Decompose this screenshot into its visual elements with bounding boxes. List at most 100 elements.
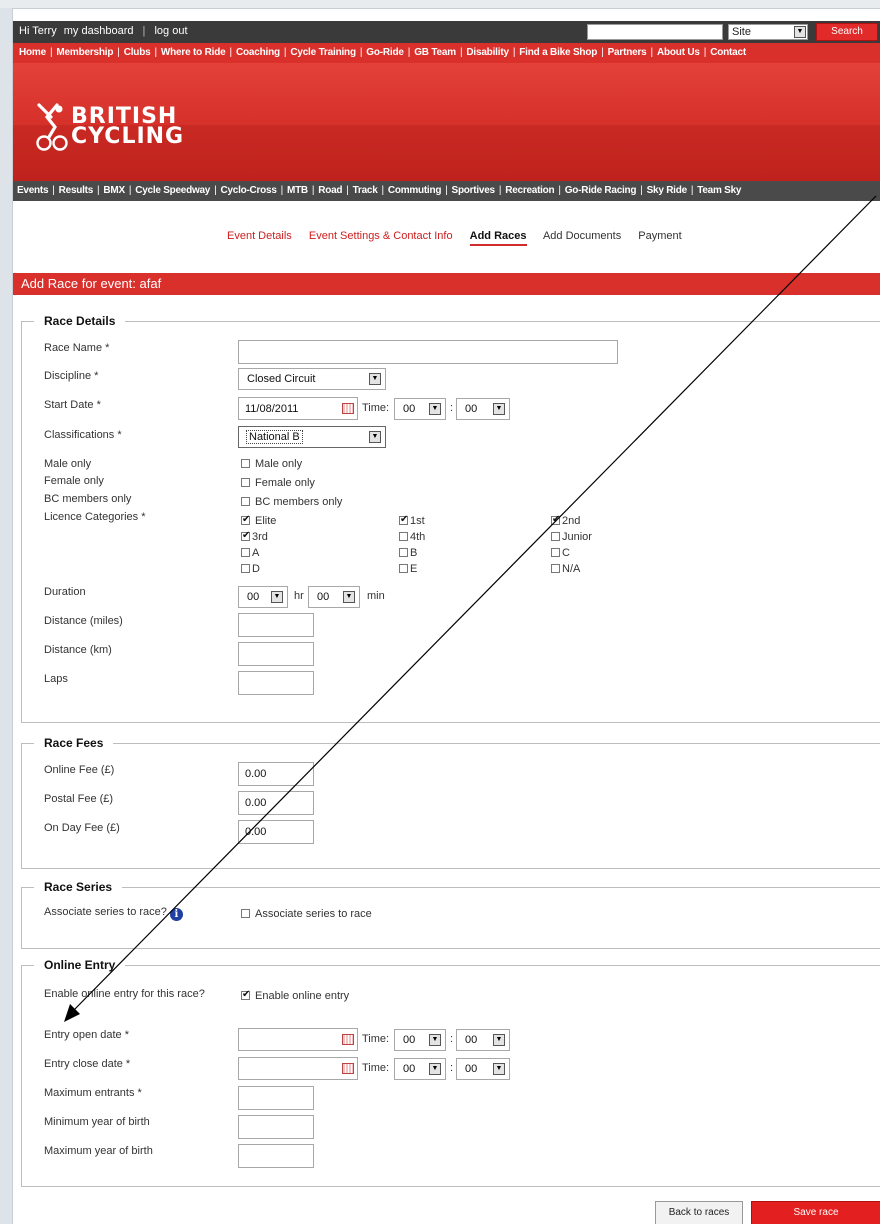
nav-item-track[interactable]: Track <box>353 185 378 196</box>
nav-item-home[interactable]: Home <box>19 47 46 58</box>
male-only-checkbox[interactable]: Male only <box>241 458 302 470</box>
chevron-down-icon[interactable]: ▼ <box>429 1063 441 1075</box>
laps-input[interactable] <box>238 671 314 695</box>
checkbox-icon[interactable] <box>241 530 250 541</box>
nav-item-contact[interactable]: Contact <box>710 47 746 58</box>
step-add-documents[interactable]: Add Documents <box>543 230 621 242</box>
chevron-down-icon[interactable]: ▼ <box>271 591 283 603</box>
postal-fee-input[interactable]: 0.00 <box>238 791 314 815</box>
nav-item-commuting[interactable]: Commuting <box>388 185 442 196</box>
step-payment[interactable]: Payment <box>638 230 681 242</box>
checkbox-icon[interactable] <box>241 548 250 557</box>
nav-item-road[interactable]: Road <box>318 185 342 196</box>
licence-elite-checkbox[interactable]: Elite <box>241 514 276 527</box>
nav-item-disability[interactable]: Disability <box>466 47 509 58</box>
entry-close-minute-select[interactable]: 00 ▼ <box>456 1058 510 1080</box>
search-button[interactable]: Search <box>816 23 878 41</box>
nav-item-where-to-ride[interactable]: Where to Ride <box>161 47 226 58</box>
back-to-races-button[interactable]: Back to races <box>655 1201 743 1224</box>
enable-online-entry-checkbox[interactable]: Enable online entry <box>241 989 349 1002</box>
nav-item-sky-ride[interactable]: Sky Ride <box>647 185 688 196</box>
nav-item-team-sky[interactable]: Team Sky <box>697 185 741 196</box>
nav-item-about-us[interactable]: About Us <box>657 47 700 58</box>
calendar-icon[interactable] <box>342 1034 354 1045</box>
checkbox-icon[interactable] <box>241 909 250 918</box>
checkbox-icon[interactable] <box>241 564 250 573</box>
dashboard-link[interactable]: my dashboard <box>64 25 134 37</box>
start-date-input[interactable]: 11/08/2011 <box>238 397 358 420</box>
chevron-down-icon[interactable]: ▼ <box>794 26 806 38</box>
nav-item-coaching[interactable]: Coaching <box>236 47 280 58</box>
start-minute-select[interactable]: 00 ▼ <box>456 398 510 420</box>
search-scope-select[interactable]: Site ▼ <box>728 24 808 40</box>
checkbox-icon[interactable] <box>399 514 408 525</box>
checkbox-icon[interactable] <box>551 532 560 541</box>
nav-item-partners[interactable]: Partners <box>608 47 647 58</box>
duration-hour-select[interactable]: 00 ▼ <box>238 586 288 608</box>
nav-item-find-a-bike-shop[interactable]: Find a Bike Shop <box>519 47 597 58</box>
checkbox-icon[interactable] <box>399 548 408 557</box>
entry-close-date-input[interactable] <box>238 1057 358 1080</box>
step-event-settings[interactable]: Event Settings & Contact Info <box>309 230 453 242</box>
chevron-down-icon[interactable]: ▼ <box>493 1034 505 1046</box>
entry-open-hour-select[interactable]: 00 ▼ <box>394 1029 446 1051</box>
chevron-down-icon[interactable]: ▼ <box>369 373 381 385</box>
checkbox-icon[interactable] <box>241 478 250 487</box>
checkbox-icon[interactable] <box>551 514 560 525</box>
licence-1st-checkbox[interactable]: 1st <box>399 514 425 527</box>
max-entrants-input[interactable] <box>238 1086 314 1110</box>
discipline-select[interactable]: Closed Circuit ▼ <box>238 368 386 390</box>
entry-open-minute-select[interactable]: 00 ▼ <box>456 1029 510 1051</box>
nav-item-mtb[interactable]: MTB <box>287 185 308 196</box>
british-cycling-logo[interactable]: BRITISH CYCLING <box>35 103 235 163</box>
save-race-button[interactable]: Save race <box>751 1201 880 1224</box>
nav-item-bmx[interactable]: BMX <box>103 185 125 196</box>
nav-item-events[interactable]: Events <box>17 185 49 196</box>
online-fee-input[interactable]: 0.00 <box>238 762 314 786</box>
checkbox-icon[interactable] <box>551 564 560 573</box>
entry-open-date-input[interactable] <box>238 1028 358 1051</box>
nav-item-go-ride-racing[interactable]: Go-Ride Racing <box>565 185 637 196</box>
site-search-input[interactable] <box>587 24 723 40</box>
nav-item-gb-team[interactable]: GB Team <box>414 47 456 58</box>
info-icon[interactable]: i <box>169 908 183 921</box>
calendar-icon[interactable] <box>342 403 354 414</box>
licence-b-checkbox[interactable]: B <box>399 547 417 559</box>
chevron-down-icon[interactable]: ▼ <box>493 403 505 415</box>
checkbox-icon[interactable] <box>241 459 250 468</box>
licence-d-checkbox[interactable]: D <box>241 563 260 575</box>
associate-series-checkbox[interactable]: Associate series to race <box>241 908 372 920</box>
checkbox-icon[interactable] <box>399 564 408 573</box>
licence-3rd-checkbox[interactable]: 3rd <box>241 530 268 543</box>
licence-a-checkbox[interactable]: A <box>241 547 259 559</box>
nav-item-cycle-training[interactable]: Cycle Training <box>290 47 356 58</box>
licence-e-checkbox[interactable]: E <box>399 563 417 575</box>
logout-link[interactable]: log out <box>154 25 187 37</box>
licence-4th-checkbox[interactable]: 4th <box>399 531 425 543</box>
classifications-select[interactable]: National B ▼ <box>238 426 386 448</box>
on-day-fee-input[interactable]: 0.00 <box>238 820 314 844</box>
distance-km-input[interactable] <box>238 642 314 666</box>
min-year-input[interactable] <box>238 1115 314 1139</box>
chevron-down-icon[interactable]: ▼ <box>369 431 381 443</box>
nav-item-sportives[interactable]: Sportives <box>452 185 496 196</box>
checkbox-icon[interactable] <box>241 989 250 1000</box>
race-name-input[interactable] <box>238 340 618 364</box>
start-hour-select[interactable]: 00 ▼ <box>394 398 446 420</box>
chevron-down-icon[interactable]: ▼ <box>429 403 441 415</box>
checkbox-icon[interactable] <box>241 497 250 506</box>
chevron-down-icon[interactable]: ▼ <box>343 591 355 603</box>
nav-item-go-ride[interactable]: Go-Ride <box>366 47 404 58</box>
chevron-down-icon[interactable]: ▼ <box>493 1063 505 1075</box>
nav-item-cycle-speedway[interactable]: Cycle Speedway <box>135 185 210 196</box>
nav-item-results[interactable]: Results <box>59 185 94 196</box>
nav-item-recreation[interactable]: Recreation <box>505 185 554 196</box>
checkbox-icon[interactable] <box>241 514 250 525</box>
calendar-icon[interactable] <box>342 1063 354 1074</box>
step-event-details[interactable]: Event Details <box>227 230 292 242</box>
licence-2nd-checkbox[interactable]: 2nd <box>551 514 580 527</box>
nav-item-clubs[interactable]: Clubs <box>124 47 151 58</box>
licence-junior-checkbox[interactable]: Junior <box>551 531 592 543</box>
duration-minute-select[interactable]: 00 ▼ <box>308 586 360 608</box>
distance-miles-input[interactable] <box>238 613 314 637</box>
